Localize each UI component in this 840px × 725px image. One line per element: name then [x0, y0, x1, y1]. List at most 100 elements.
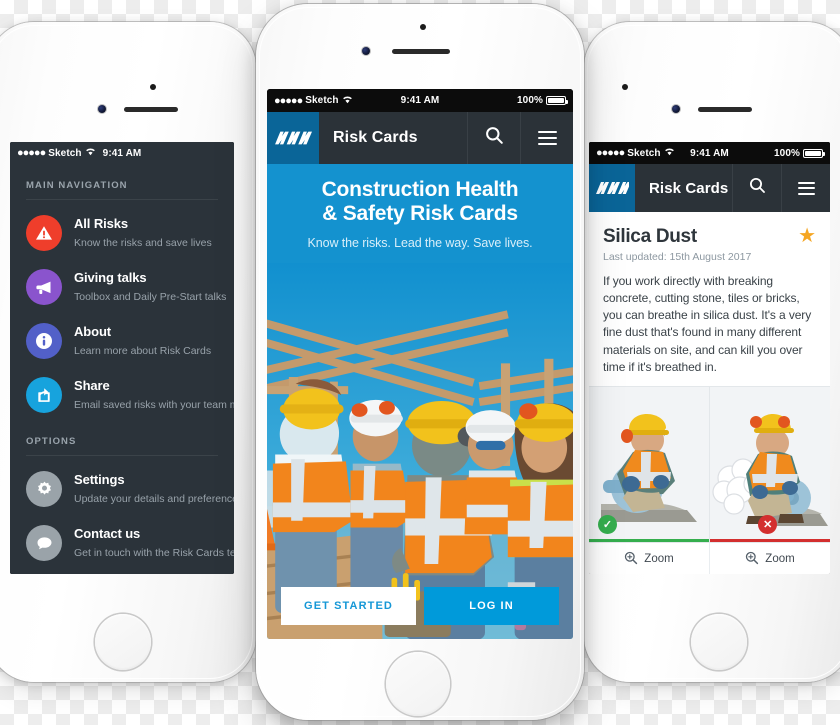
get-started-button[interactable]: GET STARTED [281, 587, 416, 625]
menu-button[interactable] [781, 164, 830, 212]
info-circle-icon [26, 323, 62, 359]
zoom-button-correct[interactable]: Zoom [589, 543, 709, 574]
drawer-section-options: OPTIONS Settings Update your details and… [10, 436, 234, 574]
zoom-controls-row: Zoom Zoom [589, 541, 830, 574]
favourite-star-icon[interactable]: ★ [798, 226, 816, 246]
gear-icon [26, 471, 62, 507]
carrier-label: Sketch [627, 147, 661, 159]
search-button[interactable] [732, 164, 781, 212]
drawer-section-label: MAIN NAVIGATION [26, 180, 128, 191]
center-status-left-group: ●●●●● Sketch [274, 95, 353, 107]
right-phone-device: ●●●●● Sketch 9:41 AM 100% Risk Cards Sil… [584, 22, 840, 682]
drawer-section-divider [26, 455, 218, 456]
center-phone-earpiece-speaker [392, 49, 450, 54]
risk-card-heading-group: Silica Dust Last updated: 15th August 20… [603, 226, 798, 263]
sidebar-item-text: Share Email saved risks with your team m… [74, 377, 234, 413]
hero-banner: Construction Health & Safety Risk Cards … [267, 164, 573, 263]
center-nav-title: Risk Cards [333, 129, 418, 146]
center-phone-screen: ●●●●● Sketch 9:41 AM 100% Risk Cards Con… [267, 89, 573, 639]
sidebar-item-text: All Risks Know the risks and save lives [74, 215, 218, 251]
construction-workers-illustration [267, 262, 573, 639]
left-phone-device: ●●●●● Sketch 9:41 AM MAIN NAVIGATION All… [0, 22, 256, 682]
screenshot-canvas: ●●●●● Sketch 9:41 AM MAIN NAVIGATION All… [0, 0, 840, 725]
panel-correct[interactable]: ✓ [589, 386, 709, 542]
signal-strength-dots: ●●●●● [274, 94, 303, 107]
left-phone-front-camera [98, 105, 106, 113]
menu-button[interactable] [520, 112, 573, 164]
sidebar-item-label: Settings [74, 472, 125, 487]
sidebar-item-subtitle: Toolbox and Daily Pre-Start talks [74, 291, 227, 303]
sidebar-item-text: About Learn more about Risk Cards [74, 323, 218, 359]
acc-logo-icon[interactable] [267, 112, 319, 164]
panel-incorrect[interactable]: ✕ [709, 386, 830, 542]
sidebar-item-all-risks[interactable]: All Risks Know the risks and save lives [10, 206, 234, 260]
sidebar-item-text: Settings Update your details and prefere… [74, 471, 234, 507]
signal-strength-dots: ●●●●● [596, 147, 625, 159]
status-badge-correct: ✓ [598, 514, 617, 534]
zoom-button-incorrect[interactable]: Zoom [709, 542, 830, 574]
log-in-button[interactable]: LOG IN [424, 587, 559, 625]
sidebar-item-label: Contact us [74, 526, 141, 541]
battery-percent-label: 100% [774, 147, 800, 159]
center-phone-front-camera [362, 47, 370, 55]
left-phone-screen: ●●●●● Sketch 9:41 AM MAIN NAVIGATION All… [10, 142, 234, 574]
sidebar-item-subtitle: Know the risks and save lives [74, 237, 212, 249]
status-badge-incorrect: ✕ [758, 514, 778, 534]
sidebar-item-subtitle: Learn more about Risk Cards [74, 345, 212, 357]
sidebar-item-about[interactable]: About Learn more about Risk Cards [10, 314, 234, 368]
hamburger-menu-icon [797, 181, 815, 195]
battery-percent-label: 100% [517, 95, 543, 106]
right-nav-title: Risk Cards [649, 179, 729, 197]
sidebar-item-label: Giving talks [74, 270, 147, 285]
sidebar-item-text: Giving talks Toolbox and Daily Pre-Start… [74, 269, 226, 305]
acc-logo-icon[interactable] [589, 164, 635, 212]
sidebar-item-label: About [74, 324, 112, 339]
right-status-right-group: 100% [774, 147, 825, 159]
hero-title-line-1: Construction Health [321, 178, 519, 201]
sidebar-item-subtitle: Update your details and preferences [74, 493, 234, 505]
sidebar-item-share[interactable]: Share Email saved risks with your team m… [10, 368, 234, 422]
right-phone-front-camera [672, 105, 680, 113]
sidebar-item-contact-us[interactable]: Contact us Get in touch with the Risk Ca… [10, 516, 234, 570]
sidebar-item-text: Contact us Get in touch with the Risk Ca… [74, 525, 234, 561]
carrier-label: Sketch [48, 147, 82, 159]
last-updated-label: Last updated: 15th August 2017 [603, 251, 752, 263]
right-phone-home-button[interactable] [691, 614, 747, 670]
wifi-icon [664, 147, 675, 159]
right-phone-screen: ●●●●● Sketch 9:41 AM 100% Risk Cards Sil… [589, 142, 830, 574]
left-phone-earpiece-speaker [124, 107, 178, 112]
onboarding-actions: GET STARTED LOG IN [281, 587, 559, 625]
hero-subtitle: Know the risks. Lead the way. Save lives… [307, 235, 533, 250]
right-nav-bar: Risk Cards [589, 164, 830, 212]
page-title: Silica Dust [603, 226, 697, 247]
megaphone-icon [26, 269, 62, 305]
left-phone-home-button[interactable] [95, 614, 151, 670]
share-icon [26, 377, 62, 413]
risk-card-description: If you work directly with breaking concr… [603, 274, 812, 374]
sidebar-item-label: All Risks [74, 216, 129, 231]
search-button[interactable] [467, 112, 520, 164]
sidebar-item-sign-out[interactable]: Sign out Return to the introduction [10, 570, 234, 574]
center-phone-proximity-sensor [420, 24, 426, 30]
risk-card-header: Silica Dust Last updated: 15th August 20… [589, 212, 830, 273]
sidebar-item-settings[interactable]: Settings Update your details and prefere… [10, 462, 234, 516]
center-phone-home-button[interactable] [386, 652, 450, 716]
sidebar-item-giving-talks[interactable]: Giving talks Toolbox and Daily Pre-Start… [10, 260, 234, 314]
search-icon [485, 126, 504, 150]
drawer-section-label: OPTIONS [26, 436, 77, 447]
center-status-right-group: 100% [517, 95, 568, 106]
sidebar-item-subtitle: Email saved risks with your team mates [74, 399, 234, 411]
search-icon [749, 177, 766, 199]
sidebar-item-subtitle: Get in touch with the Risk Cards team [74, 547, 234, 559]
wifi-icon [85, 147, 96, 159]
risk-card-detail-page: Silica Dust Last updated: 15th August 20… [589, 212, 830, 574]
left-status-left-group: ●●●●● Sketch [17, 147, 96, 159]
left-status-bar: ●●●●● Sketch 9:41 AM [10, 142, 234, 164]
battery-icon [546, 96, 568, 105]
hamburger-menu-icon [537, 130, 557, 146]
drawer-section-divider [26, 199, 218, 200]
drawer-section-main-navigation: MAIN NAVIGATION All Risks Know the risks… [10, 180, 234, 422]
center-phone-device: ●●●●● Sketch 9:41 AM 100% Risk Cards Con… [256, 4, 584, 720]
risk-card-illustration-panels: ✓ ✕ [589, 385, 830, 542]
right-status-left-group: ●●●●● Sketch [596, 147, 675, 159]
